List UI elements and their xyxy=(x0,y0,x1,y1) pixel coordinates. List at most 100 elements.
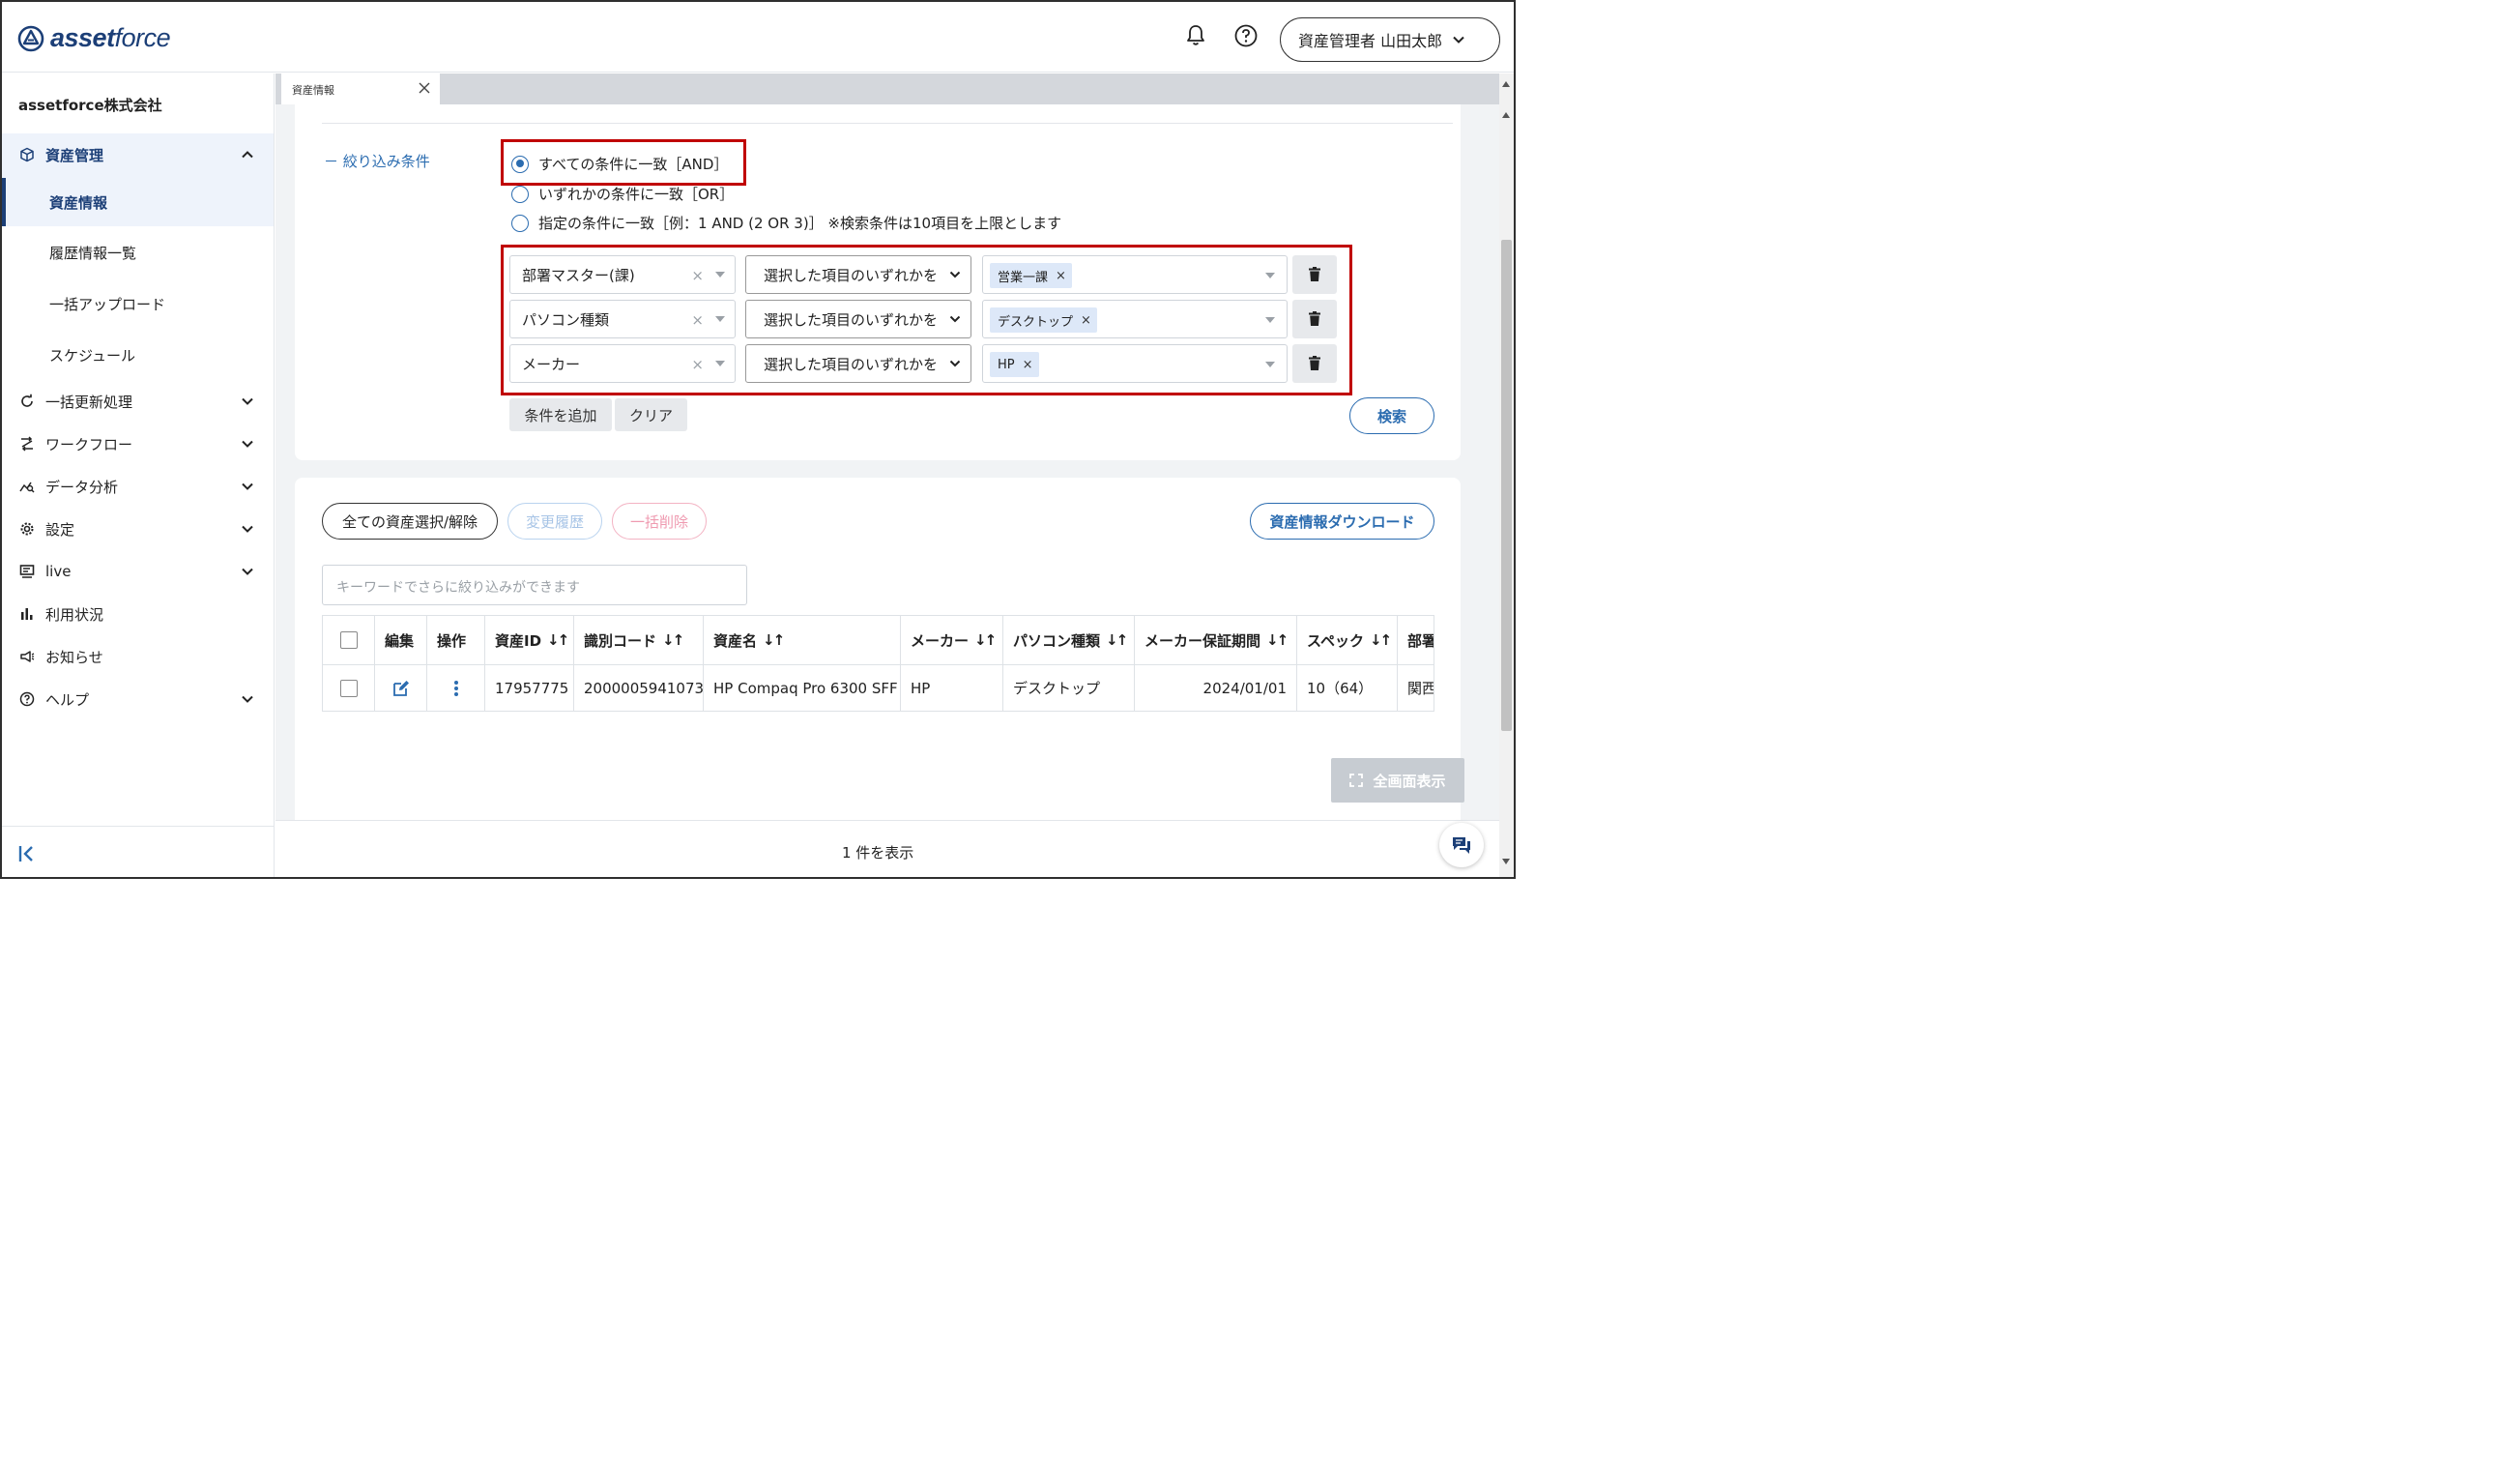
cell-pc-type: デスクトップ xyxy=(1003,664,1135,711)
bell-icon[interactable] xyxy=(1183,23,1208,48)
refresh-icon xyxy=(21,394,33,407)
workflow-icon xyxy=(21,436,33,452)
more-vertical-icon[interactable] xyxy=(453,680,459,697)
radio-custom[interactable]: 指定の条件に一致［例：1 AND (2 OR 3)］ ※検索条件は10項目を上限… xyxy=(511,213,1061,233)
column-header: 部署 xyxy=(1407,631,1434,650)
sidebar-subitem-bulk-upload[interactable]: 一括アップロード xyxy=(2,279,274,328)
sidebar-item-label: 一括更新処理 xyxy=(45,393,133,411)
megaphone-icon xyxy=(20,651,35,662)
scroll-up-arrow-icon[interactable] xyxy=(1502,81,1510,87)
cell-warranty: 2024/01/01 xyxy=(1135,664,1297,711)
column-label: スペック xyxy=(1307,631,1364,650)
action-cell xyxy=(427,664,485,711)
radio-or[interactable]: いずれかの条件に一致［OR］ xyxy=(511,184,734,204)
scroll-up-arrow-icon[interactable] xyxy=(1502,112,1510,118)
gear-icon xyxy=(20,522,34,536)
column-header-sortable[interactable]: 識別コード ↓↑ xyxy=(574,616,704,664)
sidebar-item-bulk-update[interactable]: 一括更新処理 xyxy=(2,380,274,423)
column-label: 識別コード xyxy=(584,631,657,650)
cell-code: 2000005941073 xyxy=(574,664,704,711)
search-button[interactable]: 検索 xyxy=(1349,397,1434,434)
sidebar-item-label: ヘルプ xyxy=(45,690,90,709)
column-label: 資産ID xyxy=(495,631,542,650)
sort-icon: ↓↑ xyxy=(974,631,997,649)
sidebar-item-live[interactable]: live xyxy=(2,550,274,593)
sidebar-item-data-analysis[interactable]: データ分析 xyxy=(2,465,274,508)
sidebar-item-usage[interactable]: 利用状況 xyxy=(2,593,274,635)
logo[interactable]: assetforce xyxy=(17,23,171,53)
sidebar-item-notifications[interactable]: お知らせ xyxy=(2,635,274,678)
change-history-button[interactable]: 変更履歴 xyxy=(507,503,602,540)
sidebar-subitem-history-list[interactable]: 履歴情報一覧 xyxy=(2,228,274,277)
user-name-label: 資産管理者 山田太郎 xyxy=(1298,32,1443,50)
sidebar-item-label: 利用状況 xyxy=(45,605,104,624)
sidebar-subitem-asset-info[interactable]: 資産情報 xyxy=(2,178,274,226)
chevron-down-icon xyxy=(242,568,253,575)
edit-icon[interactable] xyxy=(392,680,410,697)
column-label: メーカー保証期間 xyxy=(1144,631,1261,650)
cell-department: 関西 xyxy=(1398,664,1434,711)
vertical-scrollbar[interactable] xyxy=(1499,73,1514,877)
column-header: 編集 xyxy=(375,616,427,664)
sidebar-subitem-schedule[interactable]: スケジュール xyxy=(2,331,274,379)
footer-bar: 1 件を表示 xyxy=(275,820,1499,877)
scrollbar-thumb[interactable] xyxy=(1501,240,1512,731)
filter-card: － 絞り込み条件 すべての条件に一致［AND］ いずれかの条件に一致［OR］ 指… xyxy=(295,104,1461,460)
column-header-sortable[interactable]: スペック ↓↑ xyxy=(1297,616,1398,664)
chevron-down-icon xyxy=(242,482,253,490)
chat-icon xyxy=(1453,837,1470,854)
assetforce-logo-icon xyxy=(17,25,44,51)
sidebar-item-label: 資産管理 xyxy=(45,146,104,164)
sidebar-item-settings[interactable]: 設定 xyxy=(2,508,274,550)
live-icon xyxy=(19,565,35,578)
filter-toggle[interactable]: － 絞り込み条件 xyxy=(324,151,430,171)
chevron-down-icon xyxy=(242,525,253,533)
user-menu-button[interactable]: 資産管理者 山田太郎 xyxy=(1280,17,1500,62)
sort-icon: ↓↑ xyxy=(662,631,684,649)
analytics-icon xyxy=(19,482,35,493)
column-header-sortable[interactable]: メーカー保証期間 ↓↑ xyxy=(1135,616,1297,664)
highlight-box xyxy=(501,245,1352,395)
bulk-delete-button[interactable]: 一括削除 xyxy=(612,503,707,540)
sidebar-item-label: live xyxy=(45,563,72,580)
sidebar-footer xyxy=(2,826,274,877)
close-icon[interactable] xyxy=(419,82,430,94)
radio-unselected-icon xyxy=(511,185,529,203)
radio-unselected-icon xyxy=(511,214,529,232)
column-header-sortable[interactable]: 資産ID ↓↑ xyxy=(485,616,574,664)
tab-label: 資産情報 xyxy=(292,84,334,97)
column-header-sortable[interactable]: 資産名 ↓↑ xyxy=(704,616,901,664)
sidebar-item-label: データ分析 xyxy=(45,478,119,496)
add-condition-button[interactable]: 条件を追加 xyxy=(509,398,612,431)
column-header-sortable[interactable]: メーカー ↓↑ xyxy=(901,616,1003,664)
cell-asset-id: 17957775 xyxy=(485,664,574,711)
checkbox[interactable] xyxy=(339,631,358,649)
column-header-sortable[interactable]: パソコン種類 ↓↑ xyxy=(1003,616,1135,664)
radio-label: いずれかの条件に一致［OR］ xyxy=(538,186,735,203)
row-checkbox-cell xyxy=(323,664,375,711)
company-name: assetforce株式会社 xyxy=(18,97,162,114)
keyword-search-input[interactable]: キーワードでさらに絞り込みができます xyxy=(322,565,747,605)
sidebar-item-asset-management[interactable]: 資産管理 xyxy=(2,133,274,176)
sort-icon: ↓↑ xyxy=(1369,631,1392,649)
chat-button[interactable] xyxy=(1439,823,1484,867)
sidebar-item-label: 設定 xyxy=(45,520,75,539)
sidebar-item-workflow[interactable]: ワークフロー xyxy=(2,423,274,465)
download-button[interactable]: 資産情報ダウンロード xyxy=(1250,503,1434,540)
clear-button[interactable]: クリア xyxy=(615,398,687,431)
scroll-down-arrow-icon[interactable] xyxy=(1502,859,1510,864)
fullscreen-button[interactable]: 全画面表示 xyxy=(1331,758,1464,803)
app-window: assetforce 資産管理者 山田太郎 assetforce株式会社 資産管… xyxy=(0,0,1516,879)
sidebar-item-help[interactable]: ヘルプ xyxy=(2,678,274,720)
help-icon[interactable] xyxy=(1233,23,1259,48)
column-header: 操作 xyxy=(427,616,485,664)
fullscreen-icon xyxy=(1349,774,1364,787)
select-all-button[interactable]: 全ての資産選択/解除 xyxy=(322,503,498,540)
sort-icon: ↓↑ xyxy=(1106,631,1128,649)
chevron-down-icon xyxy=(242,397,253,405)
checkbox[interactable] xyxy=(339,679,358,697)
collapse-sidebar-icon[interactable] xyxy=(17,844,39,863)
logo-text-bold: asset xyxy=(50,23,115,52)
tab-asset-info[interactable]: 資産情報 xyxy=(281,73,440,104)
sidebar: assetforce株式会社 資産管理 資産情報 履歴情報一覧 一括アップロード… xyxy=(2,73,275,877)
